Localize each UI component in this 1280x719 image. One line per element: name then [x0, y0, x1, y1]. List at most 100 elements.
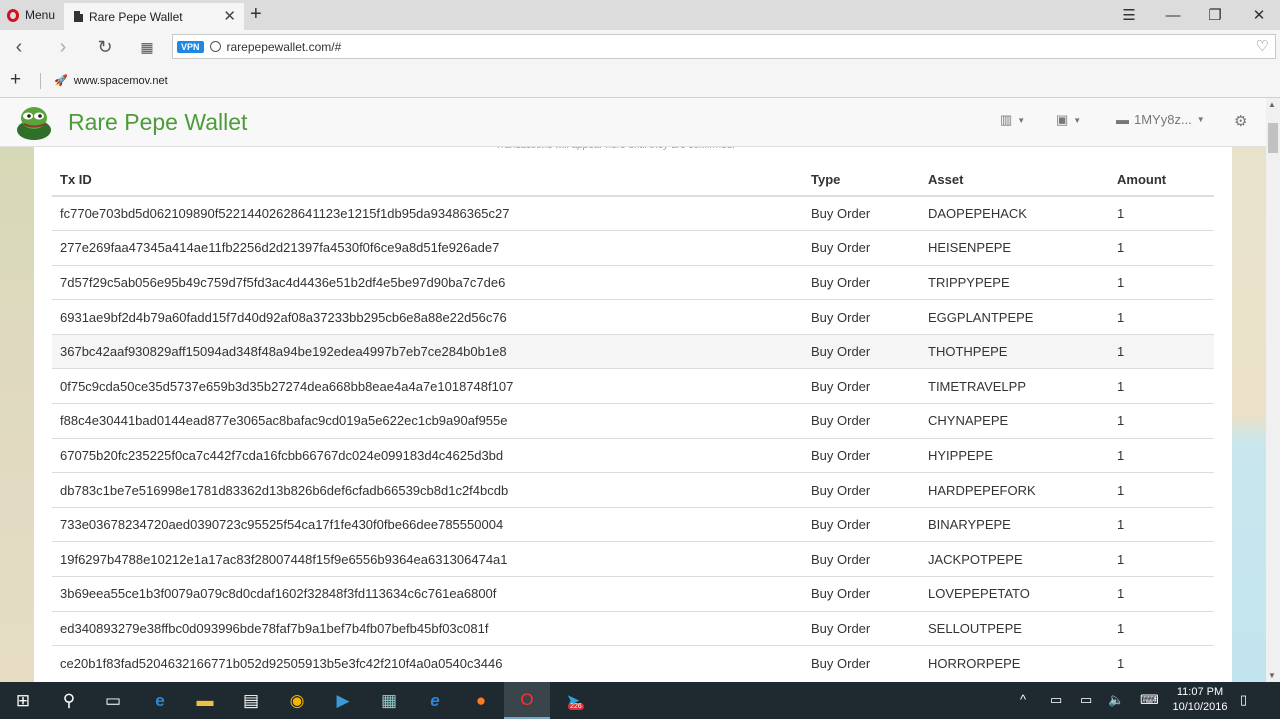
add-bookmark-button[interactable]: + — [10, 69, 21, 91]
txid-cell[interactable]: 19f6297b4788e10212e1a17ac83f28007448f15f… — [52, 541, 803, 577]
table-row[interactable]: 19f6297b4788e10212e1a17ac83f28007448f15f… — [52, 541, 1214, 577]
txid-cell[interactable]: 367bc42aaf930829aff15094ad348f48a94be192… — [52, 333, 803, 369]
header-amount[interactable]: Amount — [1109, 164, 1214, 197]
url-field[interactable]: VPN rarepepewallet.com/# ♡ — [172, 34, 1276, 59]
file-explorer-icon[interactable]: ▬ — [182, 682, 228, 719]
table-row[interactable]: f88c4e30441bad0144ead877e3065ac8bafac9cd… — [52, 403, 1214, 439]
table-row[interactable]: 6931ae9bf2d4b79a60fadd15f7d40d92af08a372… — [52, 299, 1214, 335]
app-title[interactable]: Rare Pepe Wallet — [68, 109, 247, 136]
store-icon[interactable]: ▤ — [228, 682, 274, 719]
type-cell: Buy Order — [803, 264, 920, 300]
money-menu-button[interactable]: ▣ ▼ — [1056, 112, 1081, 128]
txid-cell[interactable]: 3b69eea55ce1b3f0079a079c8d0cdaf1602f3284… — [52, 576, 803, 612]
settings-gears-icon[interactable]: ⚙ — [1234, 112, 1247, 130]
table-row[interactable]: 733e03678234720aed0390723c95525f54ca17f1… — [52, 506, 1214, 542]
volume-icon[interactable]: 🔈 — [1108, 692, 1124, 708]
type-cell: Buy Order — [803, 576, 920, 612]
opera-menu-button[interactable]: Menu — [0, 0, 62, 30]
chrome-icon[interactable]: ◉ — [274, 682, 320, 719]
new-tab-button[interactable]: + — [250, 3, 262, 26]
forward-button[interactable]: › — [48, 30, 78, 64]
address-menu-button[interactable]: ▬ 1MYy8z... ▼ — [1116, 112, 1205, 127]
txid-cell[interactable]: fc770e703bd5d062109890f52214402628641123… — [52, 195, 803, 231]
globe-icon — [209, 41, 221, 52]
table-row[interactable]: 67075b20fc235225f0ca7c442f7cda16fcbb6676… — [52, 437, 1214, 473]
close-tab-icon[interactable]: ✕ — [223, 7, 236, 25]
restore-button[interactable]: ❐ — [1192, 0, 1238, 30]
scroll-down-icon[interactable]: ▼ — [1268, 671, 1276, 680]
asset-cell: TRIPPYPEPE — [920, 264, 1109, 300]
reload-button[interactable]: ↻ — [90, 30, 120, 64]
type-cell: Buy Order — [803, 230, 920, 266]
type-cell: Buy Order — [803, 437, 920, 473]
back-button[interactable]: ‹ — [4, 30, 34, 64]
network-icon[interactable]: ▭ — [1080, 692, 1092, 708]
asset-cell: DAOPEPEHACK — [920, 195, 1109, 231]
txid-cell[interactable]: 7d57f29c5ab056e95b49c759d7f5fd3ac4d4436e… — [52, 264, 803, 300]
url-text[interactable]: rarepepewallet.com/# — [227, 40, 342, 54]
table-row[interactable]: 3b69eea55ce1b3f0079a079c8d0cdaf1602f3284… — [52, 576, 1214, 612]
tab-menu-icon[interactable]: ☰ — [1106, 0, 1152, 30]
header-type[interactable]: Type — [803, 164, 920, 197]
bookmark-item[interactable]: 🚀 www.spacemov.net — [54, 74, 168, 88]
tab-title: Rare Pepe Wallet — [89, 9, 183, 24]
txid-cell[interactable]: f88c4e30441bad0144ead877e3065ac8bafac9cd… — [52, 403, 803, 439]
media-player-icon[interactable]: ▶ — [320, 682, 366, 719]
scrollbar-thumb[interactable] — [1268, 123, 1278, 153]
speed-dial-icon[interactable]: ▦ — [132, 30, 162, 64]
notifications-icon[interactable]: ▯ — [1240, 692, 1247, 708]
table-row[interactable]: ce20b1f83fad5204632166771b052d92505913b5… — [52, 645, 1214, 681]
background-art-right — [1232, 146, 1266, 682]
close-window-button[interactable]: ✕ — [1236, 0, 1280, 30]
heart-icon[interactable]: ♡ — [1256, 37, 1269, 55]
pepe-logo-icon[interactable] — [14, 104, 54, 140]
txid-cell[interactable]: ed340893279e38ffbc0d093996bde78faf7b9a1b… — [52, 610, 803, 646]
table-row[interactable]: ed340893279e38ffbc0d093996bde78faf7b9a1b… — [52, 610, 1214, 646]
opera-taskbar-icon[interactable]: O — [504, 682, 550, 719]
txid-cell[interactable]: 277e269faa47345a414ae11fb2256d2d21397fa4… — [52, 230, 803, 266]
windows-start-icon[interactable]: ⊞ — [0, 682, 46, 719]
vpn-badge[interactable]: VPN — [177, 40, 204, 53]
table-row[interactable]: 7d57f29c5ab056e95b49c759d7f5fd3ac4d4436e… — [52, 264, 1214, 300]
asset-cell: TIMETRAVELPP — [920, 368, 1109, 404]
txid-cell[interactable]: 67075b20fc235225f0ca7c442f7cda16fcbb6676… — [52, 437, 803, 473]
header-asset[interactable]: Asset — [920, 164, 1109, 197]
book-menu-button[interactable]: ▥ ▼ — [1000, 112, 1025, 128]
browser-tab-active[interactable]: Rare Pepe Wallet ✕ — [64, 3, 244, 30]
system-clock[interactable]: 11:07 PM 10/10/2016 — [1168, 685, 1232, 715]
table-body: fc770e703bd5d062109890f52214402628641123… — [52, 195, 1214, 681]
battery-icon[interactable]: ▭ — [1050, 692, 1062, 708]
caret-icon: ▼ — [1073, 115, 1082, 125]
txid-cell[interactable]: 733e03678234720aed0390723c95525f54ca17f1… — [52, 506, 803, 542]
type-cell: Buy Order — [803, 368, 920, 404]
table-row[interactable]: db783c1be7e516998e1781d83362d13b826b6def… — [52, 472, 1214, 508]
task-view-icon[interactable]: ▭ — [90, 682, 136, 719]
txid-cell[interactable]: db783c1be7e516998e1781d83362d13b826b6def… — [52, 472, 803, 508]
asset-cell: HYIPPEPE — [920, 437, 1109, 473]
search-icon[interactable]: ⚲ — [46, 682, 92, 719]
header-txid[interactable]: Tx ID — [52, 164, 803, 197]
asset-cell: HORRORPEPE — [920, 645, 1109, 681]
telegram-icon[interactable]: ➤ — [550, 682, 596, 719]
scroll-up-icon[interactable]: ▲ — [1268, 100, 1276, 109]
txid-cell[interactable]: 0f75c9cda50ce35d5737e659b3d35b27274dea66… — [52, 368, 803, 404]
firefox-icon[interactable]: ● — [458, 682, 504, 719]
internet-explorer-icon[interactable]: e — [412, 682, 458, 719]
table-row[interactable]: 277e269faa47345a414ae11fb2256d2d21397fa4… — [52, 230, 1214, 266]
edge-icon[interactable]: e — [137, 682, 183, 719]
amount-cell: 1 — [1109, 506, 1214, 542]
amount-cell: 1 — [1109, 368, 1214, 404]
txid-cell[interactable]: 6931ae9bf2d4b79a60fadd15f7d40d92af08a372… — [52, 299, 803, 335]
type-cell: Buy Order — [803, 299, 920, 335]
txid-cell[interactable]: ce20b1f83fad5204632166771b052d92505913b5… — [52, 645, 803, 681]
table-row[interactable]: fc770e703bd5d062109890f52214402628641123… — [52, 195, 1214, 231]
table-row[interactable]: 0f75c9cda50ce35d5737e659b3d35b27274dea66… — [52, 368, 1214, 404]
minimize-button[interactable]: — — [1150, 0, 1196, 30]
table-row[interactable]: 367bc42aaf930829aff15094ad348f48a94be192… — [52, 333, 1214, 369]
type-cell: Buy Order — [803, 195, 920, 231]
page-scrollbar[interactable]: ▲ ▼ — [1266, 98, 1280, 682]
tray-expand-icon[interactable]: ^ — [1020, 692, 1026, 707]
app-icon[interactable]: ▦ — [366, 682, 412, 719]
asset-cell: LOVEPEPETATO — [920, 576, 1109, 612]
keyboard-icon[interactable]: ⌨ — [1140, 692, 1159, 708]
